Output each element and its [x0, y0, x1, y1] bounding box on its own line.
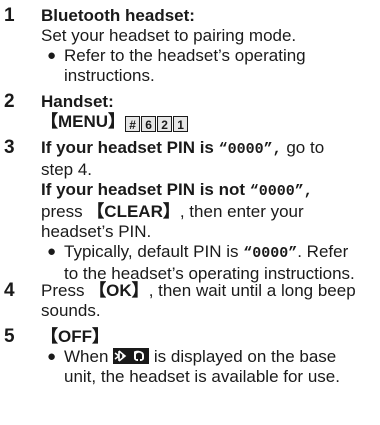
step-number: 5 [4, 326, 15, 347]
step-text: sounds. [41, 301, 101, 320]
condition-text: If your headset PIN is not [41, 180, 250, 199]
bullet-text: unit, the headset is available for use. [64, 367, 340, 386]
step-text: headset’s PIN. [41, 222, 152, 241]
pin-value: “0000”, [218, 141, 282, 158]
note-bullet: ● Refer to the headset’s operating instr… [41, 46, 374, 86]
step-text: , then wait until a long beep [148, 281, 356, 300]
step-number: 2 [4, 91, 15, 112]
bullet-text: When [64, 347, 114, 366]
condition-text: If your headset PIN is [41, 138, 219, 157]
note-bullet: ● When is displayed on the base unit, th… [41, 347, 374, 387]
step-text: press [41, 202, 88, 221]
bullet-text: Refer to the headset’s operating [64, 46, 306, 65]
step-number: 1 [4, 5, 15, 26]
bluetooth-headset-icon [113, 348, 150, 364]
step-text: step 4. [41, 160, 93, 179]
step-text: go to [281, 138, 325, 157]
note-bullet: ● Typically, default PIN is “0000”. Refe… [41, 242, 374, 284]
clear-key: 【CLEAR】 [87, 202, 180, 221]
menu-key: 【MENU】 [41, 112, 126, 131]
bullet-dot: ● [47, 243, 57, 260]
step-text: , then enter your [179, 202, 304, 221]
bullet-text: is displayed on the base [149, 347, 337, 366]
bullet-dot: ● [47, 348, 57, 365]
step-text: Press [41, 281, 90, 300]
key-1: 1 [173, 116, 189, 132]
instruction-page: 1 Bluetooth headset: Set your headset to… [0, 0, 380, 425]
key-6: 6 [141, 116, 157, 132]
step-number: 3 [4, 137, 15, 158]
key-2: 2 [157, 116, 173, 132]
step-title: Bluetooth headset: [41, 6, 195, 25]
step-number: 4 [4, 280, 15, 301]
pin-value: “0000”, [249, 183, 313, 200]
bullet-dot: ● [47, 47, 57, 64]
bullet-text: Typically, default PIN is [64, 242, 244, 261]
bullet-text: instructions. [64, 66, 155, 85]
key-hash: # [125, 116, 141, 132]
off-key: 【OFF】 [41, 327, 109, 346]
step-title: Handset: [41, 92, 114, 111]
pin-value: “0000” [243, 245, 298, 262]
step-text: Set your headset to pairing mode. [41, 26, 297, 45]
ok-key: 【OK】 [89, 281, 149, 300]
bullet-text: . Refer [297, 242, 349, 261]
